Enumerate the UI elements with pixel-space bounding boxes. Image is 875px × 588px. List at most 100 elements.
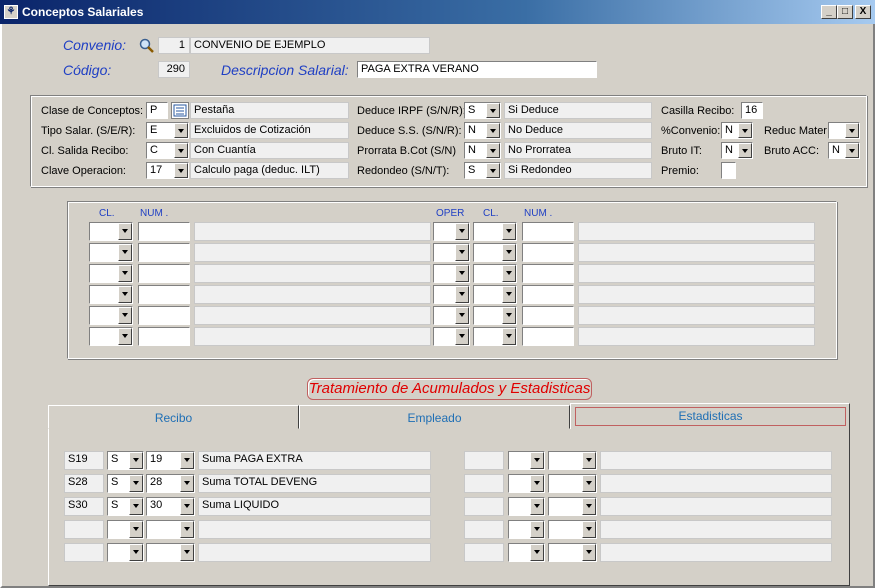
formula-cl2-select[interactable] [473,327,517,346]
chevron-down-icon [180,498,194,515]
chevron-down-icon [502,265,516,282]
formula-num2-input[interactable] [522,264,574,283]
formula-desc2 [578,285,815,304]
acum-sel-right-select[interactable] [508,497,545,516]
formula-num2-input[interactable] [522,306,574,325]
clave-select[interactable]: 17 [146,162,189,179]
formula-cl2-select[interactable] [473,285,517,304]
acum-num-right-select[interactable] [548,543,597,562]
ss-desc: No Deduce [504,122,652,139]
redondeo-select[interactable]: S [464,162,501,179]
redondeo-label: Redondeo (S/N/T): [357,165,450,177]
formula-cl-select[interactable] [89,327,133,346]
tab-estadisticas[interactable]: Estadisticas [570,403,850,429]
tipo-select[interactable]: E [146,122,189,139]
acum-sel-right-select[interactable] [508,474,545,493]
acum-sel-select[interactable]: S [107,474,144,493]
acum-sel-select[interactable] [107,543,144,562]
formula-num2-input[interactable] [522,222,574,241]
acum-num-right-select[interactable] [548,520,597,539]
formula-num2-input[interactable] [522,285,574,304]
acum-sel-right-select[interactable] [508,451,545,470]
acum-num-select[interactable]: 28 [146,474,195,493]
formula-cl2-select[interactable] [473,264,517,283]
reduc-select[interactable] [828,122,860,139]
formula-desc2 [578,243,815,262]
formula-oper-select[interactable] [433,222,470,241]
chevron-down-icon [455,265,469,282]
acum-num-select[interactable] [146,520,195,539]
formula-oper-select[interactable] [433,306,470,325]
bruto-it-select[interactable]: N [721,142,753,159]
acum-num-select[interactable]: 30 [146,497,195,516]
descripcion-input[interactable]: PAGA EXTRA VERANO [357,61,597,78]
irpf-select[interactable]: S [464,102,501,119]
formula-num-input[interactable] [138,327,190,346]
formula-oper-select[interactable] [433,243,470,262]
formula-oper-select[interactable] [433,285,470,304]
acum-num-right-select[interactable] [548,497,597,516]
formula-num-input[interactable] [138,222,190,241]
acum-sel-right-select[interactable] [508,520,545,539]
chevron-down-icon [118,286,132,303]
formula-cl-select[interactable] [89,243,133,262]
formula-desc [194,222,431,241]
window-title: Conceptos Salariales [22,5,144,19]
acum-code-right [464,543,504,562]
acum-code-right [464,520,504,539]
acum-sel-select[interactable]: S [107,497,144,516]
formula-cl2-select[interactable] [473,243,517,262]
formula-cl2-select[interactable] [473,222,517,241]
acum-desc-right [600,451,832,470]
acum-code-right [464,497,504,516]
acum-num-right-select[interactable] [548,474,597,493]
list-icon[interactable] [171,102,189,119]
casilla-input[interactable]: 16 [741,102,763,119]
formula-oper-select[interactable] [433,264,470,283]
acum-num-select[interactable]: 19 [146,451,195,470]
acum-num-right-select[interactable] [548,451,597,470]
formula-oper-select[interactable] [433,327,470,346]
col-oper: OPER [436,208,465,219]
acum-sel-right-select[interactable] [508,543,545,562]
formula-num2-input[interactable] [522,243,574,262]
acum-code: S19 [64,451,104,470]
prorrata-select[interactable]: N [464,142,501,159]
formula-num-input[interactable] [138,264,190,283]
acum-num-select[interactable] [146,543,195,562]
formula-num-input[interactable] [138,306,190,325]
acum-code [64,543,104,562]
acum-sel-select[interactable] [107,520,144,539]
formula-num-input[interactable] [138,243,190,262]
ss-select[interactable]: N [464,122,501,139]
bruto-acc-select[interactable]: N [828,142,860,159]
formula-num-input[interactable] [138,285,190,304]
acum-desc: Suma LIQUIDO [198,497,431,516]
convenio-pct-select[interactable]: N [721,122,753,139]
clase-input[interactable]: P [146,102,168,119]
tab-recibo[interactable]: Recibo [48,405,299,429]
app-icon[interactable]: ⚘ [4,5,18,19]
chevron-down-icon [180,521,194,538]
formula-cl-select[interactable] [89,222,133,241]
tipo-label: Tipo Salar. (S/E/R): [41,125,136,137]
formula-cl2-select[interactable] [473,306,517,325]
chevron-down-icon [118,223,132,240]
formula-cl-select[interactable] [89,306,133,325]
minimize-button[interactable]: _ [821,5,837,19]
salida-select[interactable]: C [146,142,189,159]
acum-sel-select[interactable]: S [107,451,144,470]
search-icon[interactable] [138,37,155,54]
tab-empleado[interactable]: Empleado [299,405,570,429]
chevron-down-icon [530,475,544,492]
formula-cl-select[interactable] [89,285,133,304]
acum-code-right [464,474,504,493]
maximize-button[interactable]: □ [837,5,853,19]
premio-input[interactable] [721,162,736,179]
col-num2: NUM . [524,208,553,219]
formula-cl-select[interactable] [89,264,133,283]
chevron-down-icon [502,286,516,303]
formula-num2-input[interactable] [522,327,574,346]
close-button[interactable]: X [855,5,871,19]
chevron-down-icon [530,521,544,538]
